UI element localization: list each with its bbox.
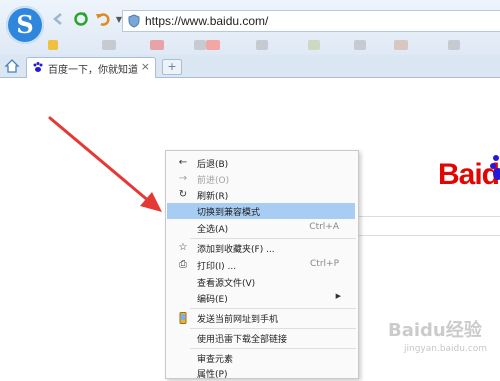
submenu-arrow-icon: ▶ <box>335 292 341 300</box>
menu-item-label: 编码(E) <box>197 295 228 305</box>
menu-item-inspect[interactable]: 审查元素 <box>167 350 355 366</box>
menu-item-label: 后退(B) <box>197 160 229 170</box>
menu-item-label: 属性(P) <box>197 370 228 380</box>
menu-item-label: 刷新(R) <box>197 192 229 202</box>
star-icon: ☆ <box>178 242 188 253</box>
watermark-subtext: jingyan.baidu.com <box>404 344 488 354</box>
menu-item-label: 添加到收藏夹(F) ... <box>197 245 275 255</box>
menu-separator <box>190 328 356 329</box>
menu-item-add-favorite[interactable]: ☆ 添加到收藏夹(F) ... <box>167 240 355 256</box>
menu-separator <box>190 238 356 239</box>
menu-item-shortcut: Ctrl+A <box>309 222 339 232</box>
menu-item-shortcut: Ctrl+P <box>310 259 339 269</box>
menu-item-encoding[interactable]: 编码(E) ▶ <box>167 290 355 306</box>
context-menu: ← 后退(B) → 前进(O) ↻ 刷新(R) 切换到兼容模式 全选(A) Ct… <box>165 150 359 381</box>
back-arrow-icon: ← <box>178 157 188 168</box>
menu-item-thunder-download[interactable]: 使用迅雷下载全部链接 <box>167 330 355 346</box>
menu-separator <box>190 308 356 309</box>
phone-icon <box>177 312 189 324</box>
menu-item-print[interactable]: ⎙ 打印(I) ... Ctrl+P <box>167 257 355 273</box>
menu-item-label: 查看源文件(V) <box>197 279 256 289</box>
menu-item-compat-mode[interactable]: 切换到兼容模式 <box>167 203 355 219</box>
menu-separator <box>190 348 356 349</box>
watermark-text: Baidu经验 <box>388 320 482 341</box>
refresh-icon: ↻ <box>178 189 188 200</box>
menu-item-refresh[interactable]: ↻ 刷新(R) <box>167 187 355 203</box>
menu-item-back[interactable]: ← 后退(B) <box>167 155 355 171</box>
menu-item-send-to-phone[interactable]: 发送当前网址到手机 <box>167 310 355 326</box>
menu-item-properties[interactable]: 属性(P) <box>167 365 355 381</box>
menu-item-label: 打印(I) ... <box>197 262 237 272</box>
printer-icon: ⎙ <box>179 259 187 270</box>
menu-item-view-source[interactable]: 查看源文件(V) <box>167 274 355 290</box>
menu-item-label: 发送当前网址到手机 <box>197 315 279 325</box>
forward-arrow-icon: → <box>178 173 188 184</box>
menu-item-label: 前进(O) <box>197 176 230 186</box>
menu-item-select-all[interactable]: 全选(A) Ctrl+A <box>167 220 355 236</box>
menu-item-forward[interactable]: → 前进(O) <box>167 171 355 187</box>
menu-item-label: 使用迅雷下载全部链接 <box>197 335 288 345</box>
menu-item-label: 审查元素 <box>197 355 234 365</box>
menu-item-label: 切换到兼容模式 <box>197 208 261 218</box>
menu-item-label: 全选(A) <box>197 225 229 235</box>
